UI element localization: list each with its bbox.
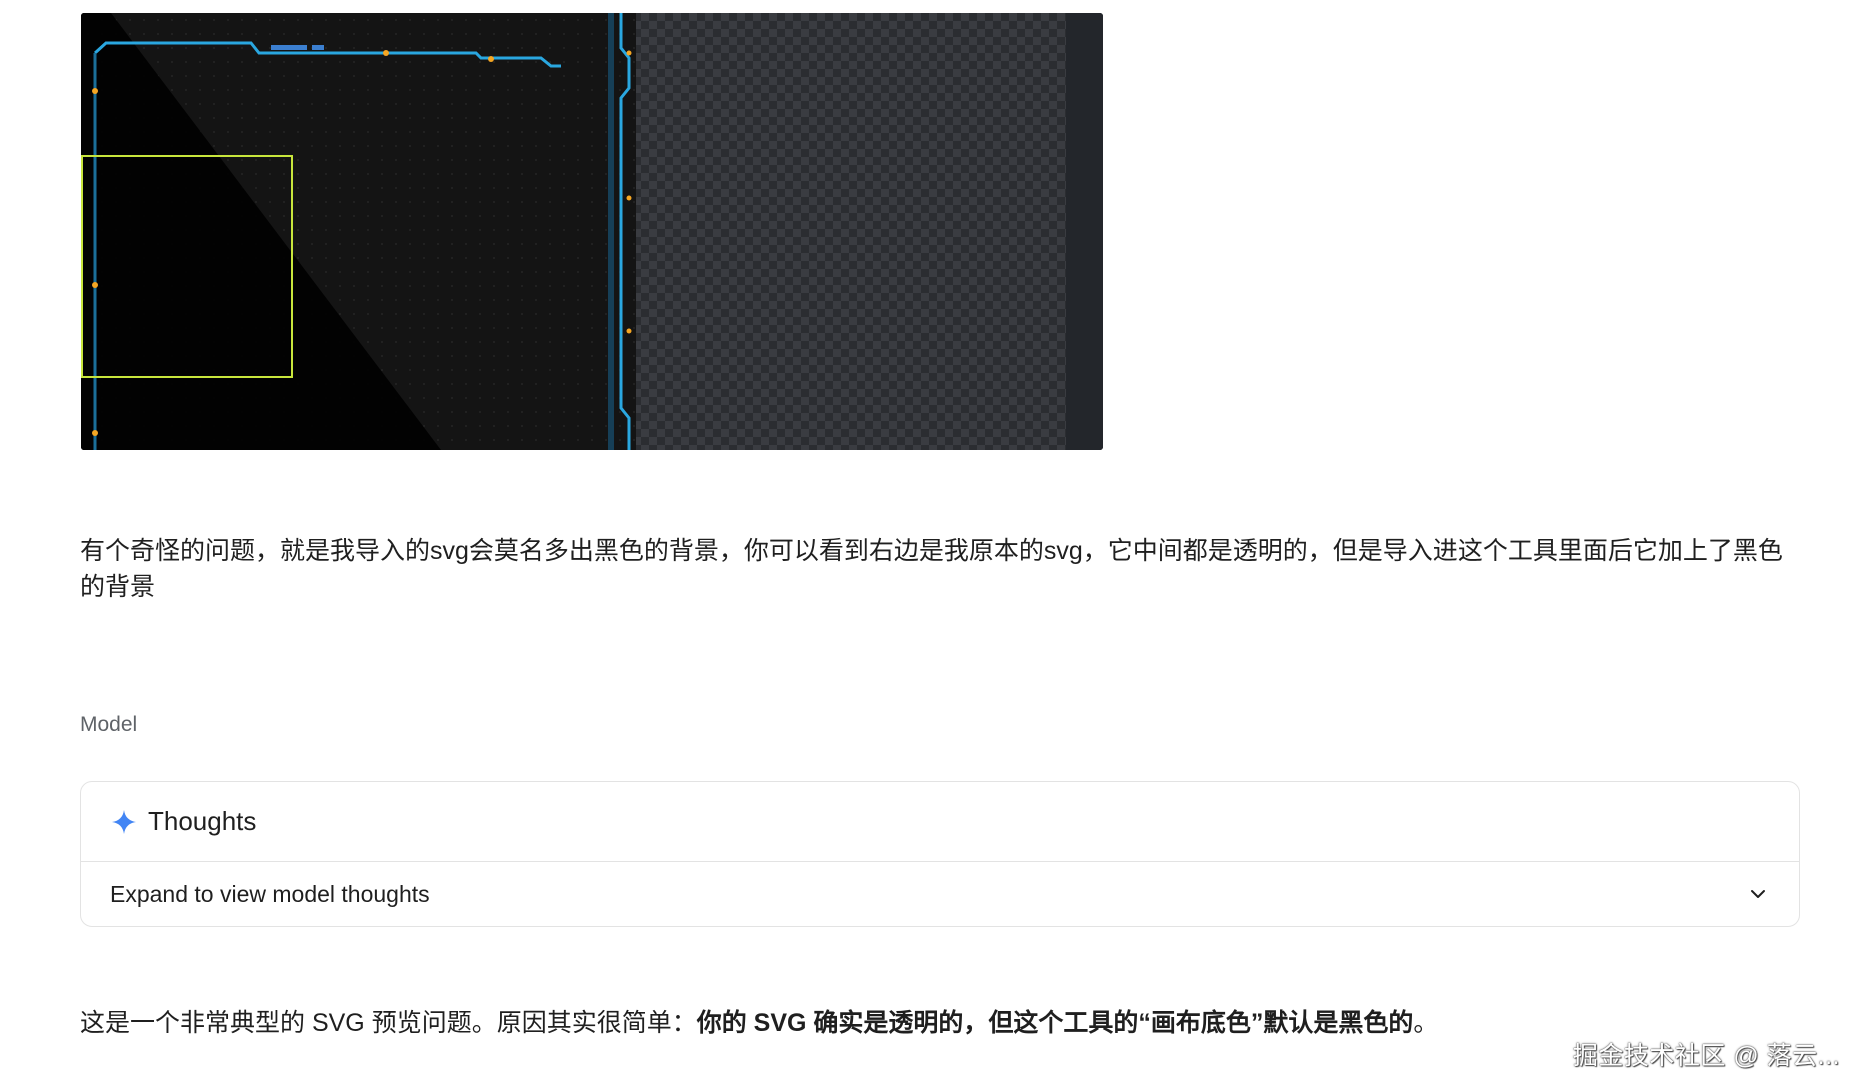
svg-preview-image [81, 13, 1103, 450]
model-role-label: Model [80, 713, 138, 736]
answer-suffix: 。 [1413, 1009, 1439, 1037]
sparkle-icon [111, 809, 137, 835]
chevron-down-icon[interactable] [1747, 883, 1769, 905]
svg-preview-screenshot [81, 13, 1103, 450]
answer-prefix: 这是一个非常典型的 SVG 预览问题。原因其实很简单： [80, 1009, 697, 1037]
thoughts-title: Thoughts [148, 806, 257, 836]
user-message: 有个奇怪的问题，就是我导入的svg会莫名多出黑色的背景，你可以看到右边是我原本的… [80, 537, 1783, 601]
model-answer: 这是一个非常典型的 SVG 预览问题。原因其实很简单：你的 SVG 确实是透明的… [80, 1005, 1800, 1041]
thoughts-header: Thoughts [81, 782, 1799, 862]
watermark: 掘金技术社区 @ 落云... [1572, 1042, 1840, 1070]
answer-bold: 你的 SVG 确实是透明的，但这个工具的“画布底色”默认是黑色的 [696, 1009, 1414, 1037]
expand-thoughts-label: Expand to view model thoughts [110, 880, 430, 907]
expand-thoughts-button[interactable]: Expand to view model thoughts [81, 862, 1799, 926]
thoughts-panel: Thoughts Expand to view model thoughts [80, 781, 1800, 927]
